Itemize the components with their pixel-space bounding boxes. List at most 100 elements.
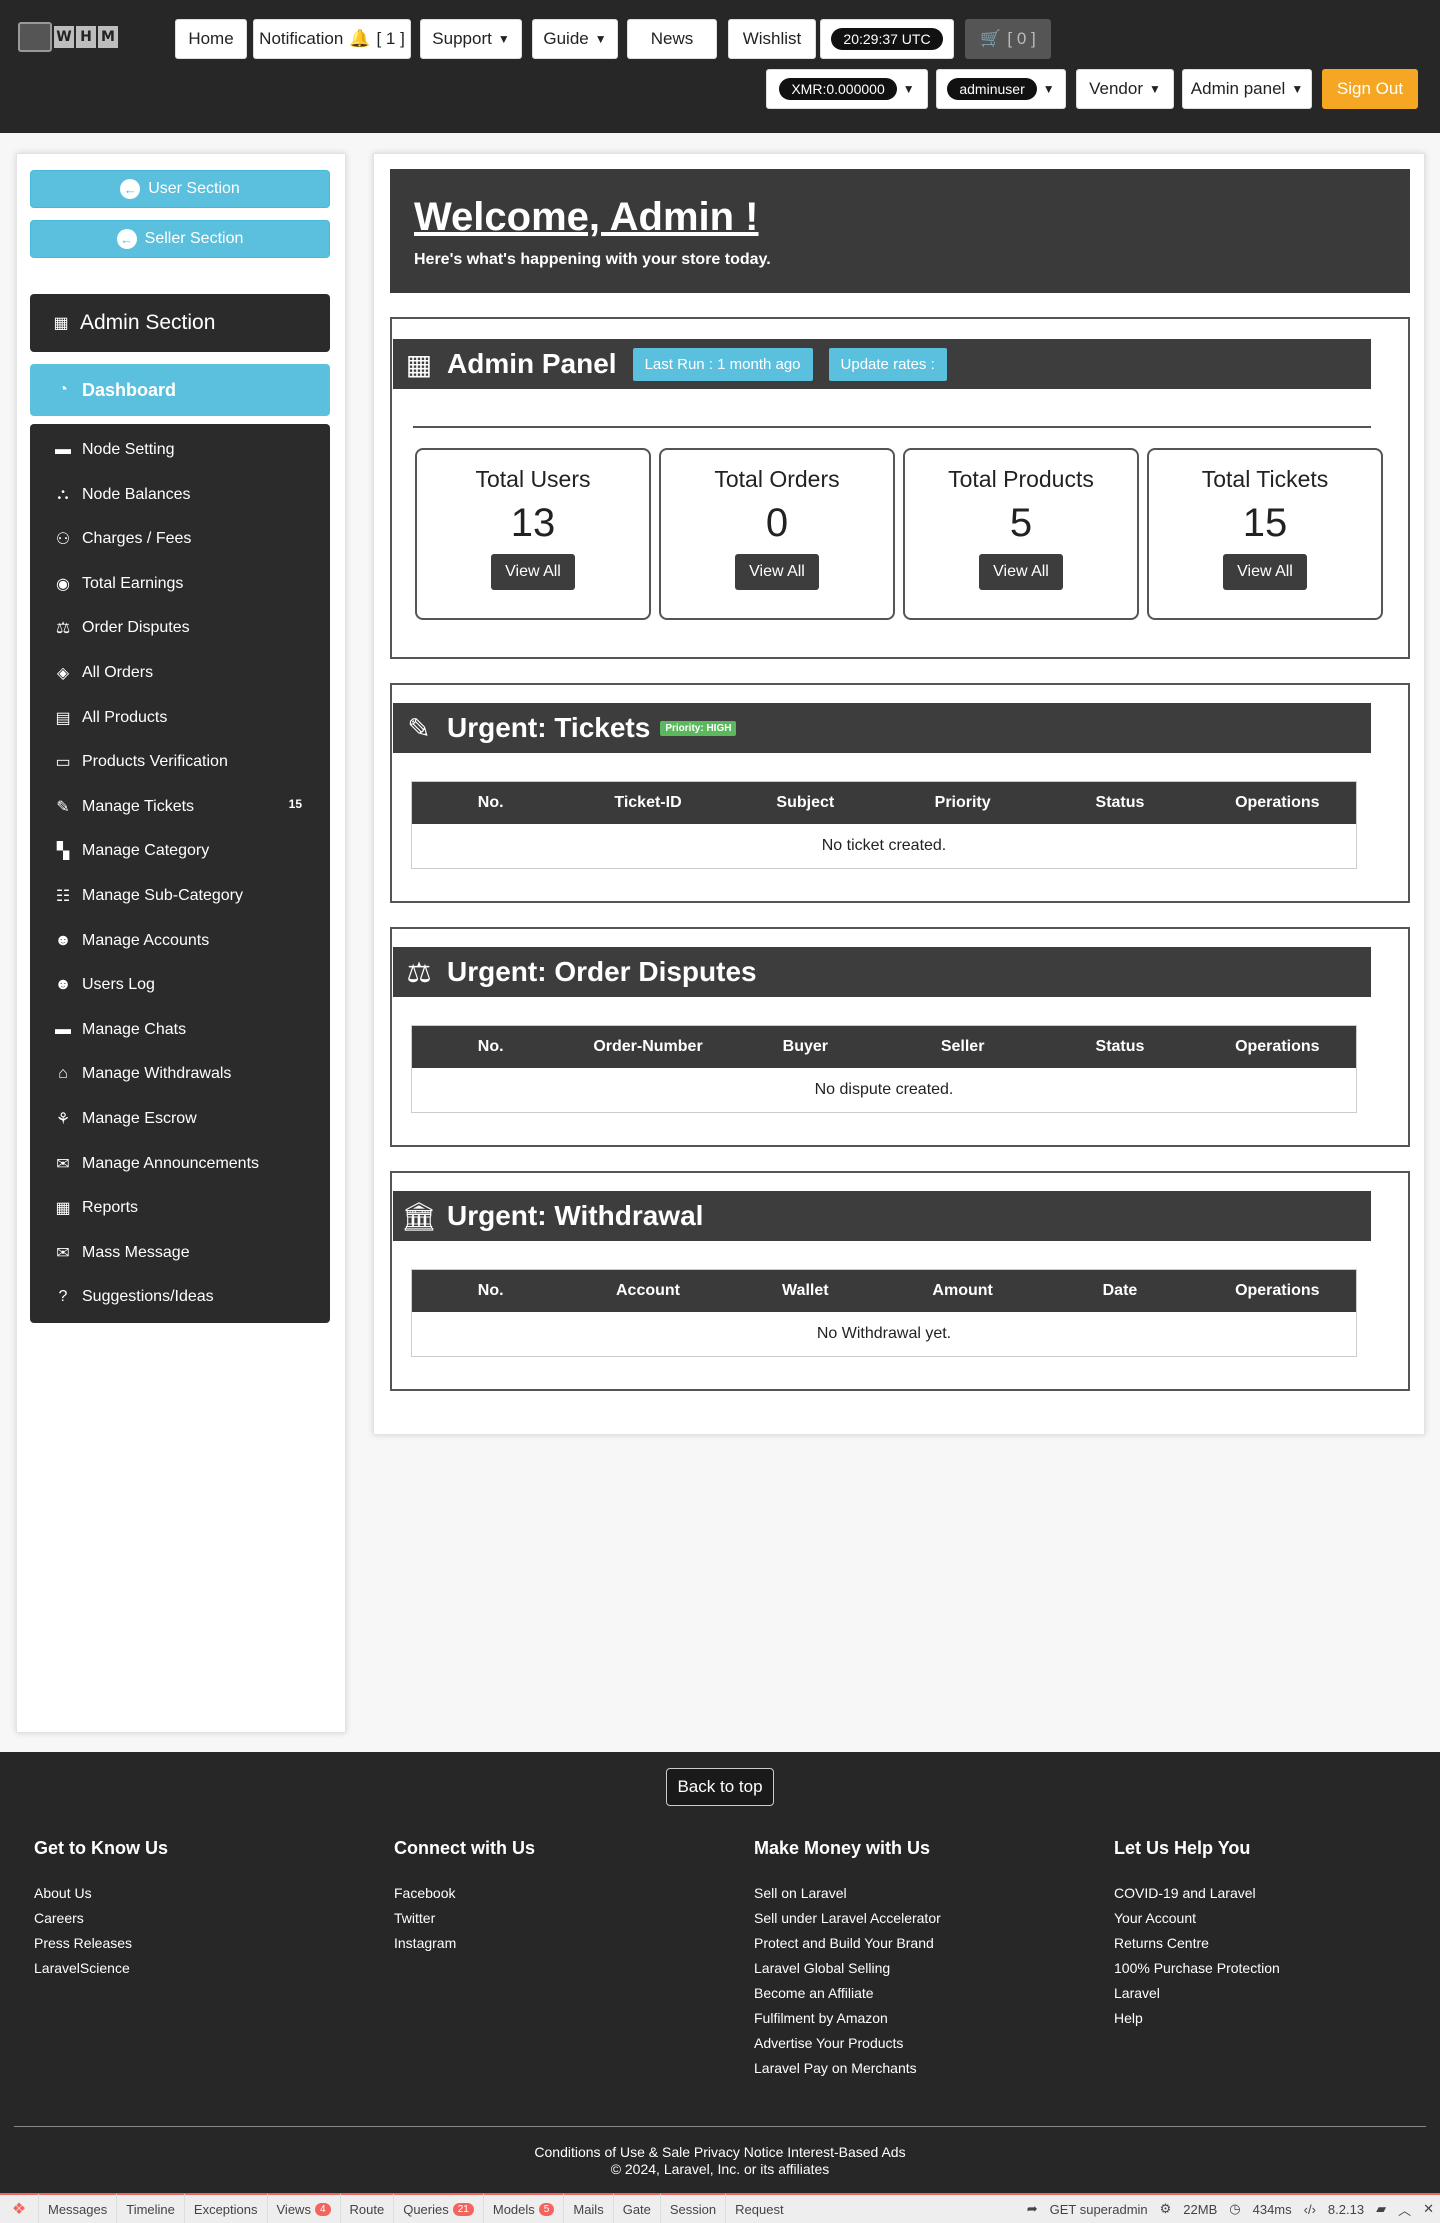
footer-link[interactable]: COVID-19 and Laravel [1114, 1885, 1280, 1910]
footer-link[interactable]: Twitter [394, 1910, 535, 1935]
footer-link[interactable]: Press Releases [34, 1935, 168, 1960]
footer-link[interactable]: Advertise Your Products [754, 2035, 941, 2060]
support-label: Support [432, 29, 492, 48]
support-dropdown[interactable]: Support ▼ [420, 19, 522, 59]
sidebar-item-dashboard[interactable]: ◔ Dashboard [30, 364, 330, 416]
view-all-tickets-button[interactable]: View All [1223, 554, 1307, 590]
view-all-products-button[interactable]: View All [979, 554, 1063, 590]
footer-link[interactable]: LaravelScience [34, 1960, 168, 1985]
footer-link[interactable]: Returns Centre [1114, 1935, 1280, 1960]
bell-icon: 🔔 [349, 29, 371, 48]
seller-section-label: Seller Section [144, 230, 244, 247]
debug-tab-exceptions[interactable]: Exceptions [183, 2194, 267, 2223]
footer-link[interactable]: Laravel Pay on Merchants [754, 2060, 941, 2085]
sidebar-item-label: Manage Accounts [82, 931, 210, 949]
admin-panel-dropdown[interactable]: Admin panel ▼ [1182, 69, 1312, 109]
notification-button[interactable]: Notification 🔔 [ 1 ] [253, 19, 411, 59]
debug-tab-messages[interactable]: Messages [38, 2194, 116, 2223]
footer-link[interactable]: Sell on Laravel [754, 1885, 941, 1910]
footer-link[interactable]: Laravel Global Selling [754, 1960, 941, 1985]
footer-link[interactable]: Protect and Build Your Brand [754, 1935, 941, 1960]
priority-badge: Priority: HIGH [660, 720, 737, 736]
news-button[interactable]: News [627, 19, 717, 59]
sign-out-label: Sign Out [1336, 79, 1404, 98]
footer-link[interactable]: 100% Purchase Protection [1114, 1960, 1280, 1985]
tickets-table: No. Ticket-ID Subject Priority Status Op… [411, 781, 1357, 869]
admin-panel-title: Admin Panel [447, 348, 617, 379]
subcategory-icon: ☷ [55, 888, 71, 905]
footer-link[interactable]: About Us [34, 1885, 168, 1910]
wishlist-button[interactable]: Wishlist [728, 19, 816, 59]
user-section-button[interactable]: ← User Section [30, 170, 330, 208]
sidebar-item-suggestions-ideas[interactable]: ? Suggestions/Ideas [30, 1271, 330, 1324]
footer-link[interactable]: Careers [34, 1910, 168, 1935]
footer-link[interactable]: Help [1114, 2010, 1280, 2035]
sidebar-item-label: All Orders [82, 664, 154, 681]
debug-tab-label: Request [735, 2201, 784, 2217]
debug-tab-label: Queries [403, 2201, 449, 2217]
debug-tab-mails[interactable]: Mails [563, 2194, 612, 2223]
laravel-logo-icon[interactable]: ❖ [0, 2199, 38, 2219]
stat-card-tickets: Total Tickets 15 View All [1147, 448, 1383, 620]
column-header: Buyer [782, 1038, 828, 1055]
withdrawal-header: 🏛 Urgent: Withdrawal [393, 1191, 1371, 1241]
footer-link[interactable]: Laravel [1114, 1985, 1280, 2010]
folder-icon[interactable]: ▰ [1370, 2201, 1392, 2217]
debug-tab-queries[interactable]: Queries 21 [393, 2194, 483, 2223]
footer-link[interactable]: Become an Affiliate [754, 1985, 941, 2010]
debug-duration: 434ms [1252, 2201, 1292, 2217]
view-all-users-button[interactable]: View All [491, 554, 575, 590]
ticket-icon: ✎ [56, 798, 70, 816]
footer-link[interactable]: Fulfilment by Amazon [754, 2010, 941, 2035]
back-to-top-button[interactable]: Back to top [666, 1768, 774, 1806]
column-header: No. [477, 794, 504, 811]
footer-link[interactable]: Your Account [1114, 1910, 1280, 1935]
earnings-icon: ◉ [56, 575, 70, 593]
debug-tab-label: Gate [622, 2201, 651, 2217]
sidebar-item-label: All Products [82, 708, 168, 726]
admin-section-label: Admin Section [80, 311, 216, 334]
seller-section-button[interactable]: ← Seller Section [30, 220, 330, 258]
empty-message: No ticket created. [821, 837, 947, 854]
legal-links[interactable]: Conditions of Use & Sale Privacy Notice … [0, 2144, 1440, 2161]
debug-tab-views[interactable]: Views 4 [266, 2194, 340, 2223]
debug-request[interactable]: GET superadmin [1044, 2202, 1154, 2217]
debug-tab-session[interactable]: Session [659, 2194, 725, 2223]
site-logo[interactable]: W H M [18, 20, 122, 54]
sign-out-button[interactable]: Sign Out [1322, 69, 1418, 109]
chevron-up-icon[interactable]: ︿ [1392, 2200, 1417, 2219]
notification-count: [ 1 ] [376, 29, 405, 48]
chevron-down-icon: ▼ [594, 32, 607, 46]
user-dropdown[interactable]: adminuser ▼ [936, 69, 1066, 109]
stat-label: Total Users [475, 466, 591, 492]
charges-icon: ⚇ [55, 531, 71, 549]
close-icon[interactable]: ✕ [1417, 2201, 1440, 2217]
debug-tab-label: Mails [573, 2201, 604, 2217]
view-all-orders-button[interactable]: View All [735, 554, 819, 590]
debug-tab-label: Views [276, 2201, 311, 2217]
debug-tab-gate[interactable]: Gate [612, 2194, 660, 2223]
stat-card-products: Total Products 5 View All [903, 448, 1139, 620]
debug-tab-models[interactable]: Models 5 [482, 2194, 563, 2223]
chat-icon: ▬ [55, 1020, 71, 1038]
debug-tab-timeline[interactable]: Timeline [116, 2194, 184, 2223]
debug-tab-label: Messages [48, 2201, 108, 2217]
cart-icon: 🛒 [980, 29, 1002, 48]
update-rates-button[interactable]: Update rates : [828, 347, 947, 381]
last-run-button[interactable]: Last Run : 1 month ago [632, 347, 813, 381]
footer-link[interactable]: Facebook [394, 1885, 535, 1910]
column-header: No. [477, 1282, 504, 1299]
cart-button[interactable]: 🛒 [ 0 ] [965, 19, 1051, 59]
stat-value: 13 [510, 501, 556, 545]
footer-link[interactable]: Instagram [394, 1935, 535, 1960]
stat-label: Total Products [948, 466, 1094, 492]
debug-tab-request[interactable]: Request [725, 2194, 792, 2223]
home-button[interactable]: Home [175, 19, 247, 59]
stat-label: Total Tickets [1201, 466, 1329, 492]
sidebar-item-label: Manage Escrow [82, 1110, 197, 1127]
balance-dropdown[interactable]: XMR:0.000000 ▼ [766, 69, 928, 109]
debug-tab-route[interactable]: Route [339, 2194, 394, 2223]
vendor-dropdown[interactable]: Vendor ▼ [1076, 69, 1174, 109]
guide-dropdown[interactable]: Guide ▼ [532, 19, 618, 59]
footer-link[interactable]: Sell under Laravel Accelerator [754, 1910, 941, 1935]
